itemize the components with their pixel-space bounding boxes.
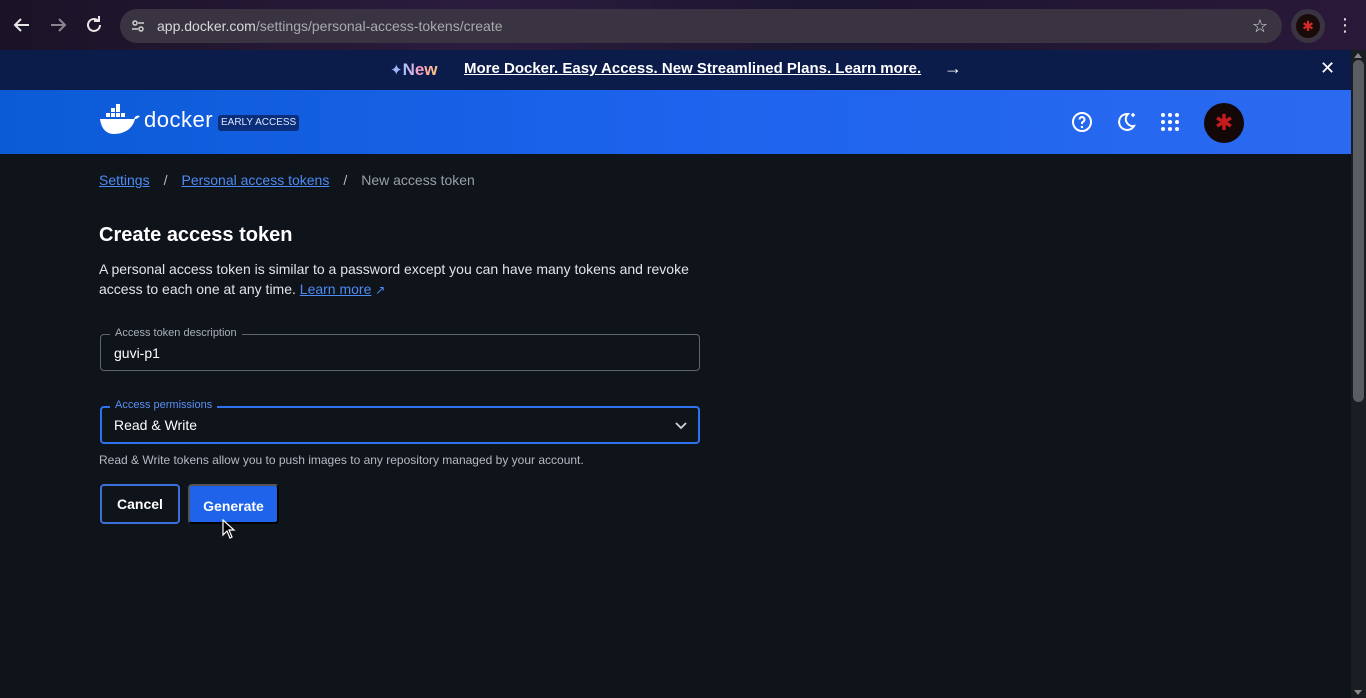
sparkle-icon: ✦ (390, 62, 403, 79)
app-header: docker EARLY ACCESS ✱ (0, 90, 1351, 154)
new-badge-label: New (402, 60, 438, 79)
access-permissions-select[interactable]: Access permissions Read & Write (100, 399, 700, 444)
breadcrumb-settings[interactable]: Settings (99, 172, 150, 188)
early-access-badge: EARLY ACCESS (218, 115, 300, 131)
spider-icon: ✱ (1214, 110, 1234, 135)
cancel-button[interactable]: Cancel (100, 484, 180, 524)
page-title: Create access token (99, 224, 293, 246)
learn-more-link[interactable]: Learn more (300, 281, 372, 297)
close-icon[interactable]: ✕ (1320, 58, 1335, 79)
menu-kebab-icon[interactable]: ⋮ (1336, 13, 1354, 37)
back-icon[interactable] (10, 13, 34, 37)
url-host: app.docker.com (157, 18, 256, 34)
announcement-banner: ✦New More Docker. Easy Access. New Strea… (0, 50, 1351, 90)
mouse-cursor-icon (222, 519, 236, 539)
promo-link[interactable]: More Docker. Easy Access. New Streamline… (464, 60, 921, 77)
user-avatar[interactable]: ✱ (1204, 103, 1244, 143)
breadcrumb-personal-access-tokens[interactable]: Personal access tokens (181, 172, 329, 188)
scroll-up-icon[interactable] (1354, 53, 1362, 58)
address-bar[interactable]: app.docker.com/settings/personal-access-… (120, 9, 1282, 43)
url-text[interactable]: app.docker.com/settings/personal-access-… (157, 18, 503, 34)
breadcrumb-separator: / (343, 172, 348, 188)
spider-icon: ✱ (1296, 14, 1320, 38)
page-description: A personal access token is similar to a … (99, 259, 699, 300)
profile-avatar[interactable]: ✱ (1291, 9, 1325, 43)
access-permissions-value[interactable]: Read & Write (114, 417, 197, 433)
site-info-icon[interactable] (130, 18, 146, 34)
url-path: /settings/personal-access-tokens/create (255, 18, 503, 34)
new-badge: ✦New (390, 60, 438, 80)
breadcrumb-separator: / (163, 172, 168, 188)
scroll-down-icon[interactable] (1354, 690, 1362, 695)
token-description-value[interactable]: guvi-p1 (114, 345, 160, 361)
browser-toolbar: app.docker.com/settings/personal-access-… (0, 0, 1366, 50)
page-scrollbar[interactable] (1351, 50, 1366, 698)
docker-logo-icon[interactable] (100, 104, 140, 136)
theme-toggle-icon[interactable] (1114, 110, 1138, 134)
breadcrumb-current: New access token (361, 172, 475, 188)
reload-icon[interactable] (82, 13, 106, 37)
token-description-label: Access token description (110, 327, 242, 339)
token-description-field[interactable]: Access token description guvi-p1 (100, 327, 700, 371)
scrollbar-thumb[interactable] (1353, 60, 1364, 402)
forward-icon[interactable] (46, 13, 70, 37)
external-link-icon[interactable]: ↗ (375, 283, 385, 297)
help-icon[interactable] (1070, 110, 1094, 134)
chevron-down-icon[interactable] (673, 417, 689, 433)
apps-grid-icon[interactable] (1158, 110, 1182, 134)
permissions-helper-text: Read & Write tokens allow you to push im… (99, 453, 584, 467)
arrow-right-icon[interactable]: → (944, 58, 962, 79)
access-permissions-label: Access permissions (110, 399, 218, 411)
brand-wordmark[interactable]: docker (144, 107, 213, 133)
bookmark-star-icon[interactable]: ☆ (1252, 16, 1268, 37)
generate-button[interactable]: Generate (188, 484, 279, 524)
description-text: A personal access token is similar to a … (99, 261, 689, 297)
breadcrumb: Settings / Personal access tokens / New acce… (99, 172, 475, 188)
